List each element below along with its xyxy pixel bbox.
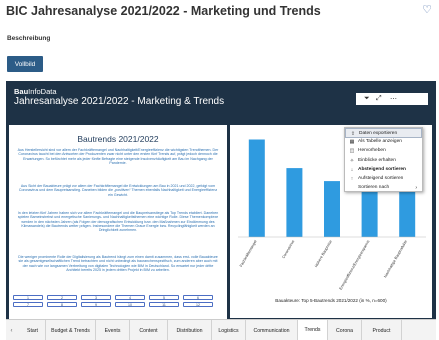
nav-button-9[interactable]: 9 [81, 302, 111, 307]
nav-button-8[interactable]: 8 [47, 302, 77, 307]
nav-button-5[interactable]: 5 [149, 295, 179, 300]
menu-item-label: Absteigend sortieren [358, 166, 406, 172]
text-panel: Bautrends 2021/2022 Aus Herstellersicht … [9, 125, 227, 321]
nav-button-10[interactable]: 10 [115, 302, 145, 307]
nav-button-6[interactable]: 6 [183, 295, 213, 300]
tab-budget-trends[interactable]: Budget & Trends [46, 320, 96, 340]
x-tick-label-2: Höhere Baupreise [314, 240, 333, 269]
description-label: Beschreibung [7, 35, 51, 42]
tab-product[interactable]: Product [362, 320, 402, 340]
nav-button-2[interactable]: 2 [47, 295, 77, 300]
nav-button-4[interactable]: 4 [115, 295, 145, 300]
tab-distribution[interactable]: Distribution [168, 320, 212, 340]
nav-button-3[interactable]: 3 [81, 295, 111, 300]
bar-2[interactable] [324, 181, 340, 237]
page-title: BIC Jahresanalyse 2021/2022 - Marketing … [6, 4, 321, 18]
report-frame: BauInfoData Jahresanalyse 2021/2022 - Ma… [6, 81, 436, 340]
tab-trends[interactable]: Trends [298, 320, 328, 340]
tab-events[interactable]: Events [96, 320, 130, 340]
menu-item-label: Einblicke erhalten [358, 157, 396, 163]
x-tick-label-0: Fachkräftemangel [239, 239, 258, 267]
menu-item-label: Sortieren nach [358, 185, 390, 191]
nav-button-12[interactable]: 12 [183, 302, 213, 307]
brand-prefix: Bau [14, 87, 29, 96]
report-title: Jahresanalyse 2021/2022 - Marketing & Tr… [14, 96, 225, 107]
filter-icon[interactable]: ⏷ [364, 95, 370, 103]
tab-communication[interactable]: Communication [246, 320, 298, 340]
menu-item-label: Hervorheben [358, 148, 386, 154]
bar-0[interactable] [248, 139, 265, 238]
menu-item-label: Daten exportieren [359, 131, 398, 136]
chart-title: Bauakteure: Top 5-Bautrends 2021/2022 (i… [230, 296, 432, 305]
tab-content[interactable]: Content [130, 320, 168, 340]
text-panel-title: Bautrends 2021/2022 [77, 134, 159, 144]
chevron-right-icon: › [415, 185, 417, 192]
x-tick-label-3: Energieeffizienz/Energieersparnis [339, 239, 371, 290]
tab-corona[interactable]: Corona [328, 320, 362, 340]
nav-button-7[interactable]: 7 [13, 302, 43, 307]
brand-suffix: InfoData [28, 87, 57, 96]
focus-mode-icon[interactable]: ⤢ [376, 95, 382, 103]
x-tick-label-1: Coronavirus [282, 239, 296, 259]
brand-logo: BauInfoData [14, 87, 57, 96]
context-menu: ⇪ Daten exportieren ▦ Als Tabelle anzeigen ◫… [344, 127, 423, 192]
x-tick-label-4: Nachhaltige Bauprodukte [383, 240, 408, 279]
menu-item-label: Aufsteigend sortieren [358, 176, 404, 181]
tab-prev-icon[interactable]: ‹ [6, 320, 17, 340]
paragraph-4: Die weniger prominente Rolle der Digital… [18, 255, 218, 272]
paragraph-3: In den letzten fünf Jahren haben sich vo… [17, 211, 219, 233]
tab-start[interactable]: Start [20, 320, 46, 340]
visual-toolbar: ⏷ ⤢ ⋯ [356, 93, 428, 105]
page: { "header":{"title":"BIC Jahresanalyse 2… [0, 0, 439, 340]
paragraph-1: Aus Herstellersicht sind vor allem der F… [17, 148, 219, 165]
menu-item-label: Als Tabelle anzeigen [358, 139, 402, 145]
page-tabs: ‹ Start Budget & Trends Events Content Distr… [6, 319, 436, 340]
menu-item-6[interactable]: Sortieren nach › [345, 183, 422, 193]
more-options-icon[interactable]: ⋯ [390, 95, 397, 103]
nav-button-11[interactable]: 11 [149, 302, 179, 307]
nav-button-1[interactable]: 1 [13, 295, 43, 300]
tab-logistics[interactable]: Logistics [212, 320, 246, 340]
heart-icon[interactable]: ♡ [422, 3, 432, 16]
paragraph-2: Aus Sicht der Bauakteure prägt vor allem… [18, 184, 218, 197]
fullscreen-button[interactable]: Vollbild [7, 56, 43, 72]
bar-1[interactable] [286, 168, 303, 237]
